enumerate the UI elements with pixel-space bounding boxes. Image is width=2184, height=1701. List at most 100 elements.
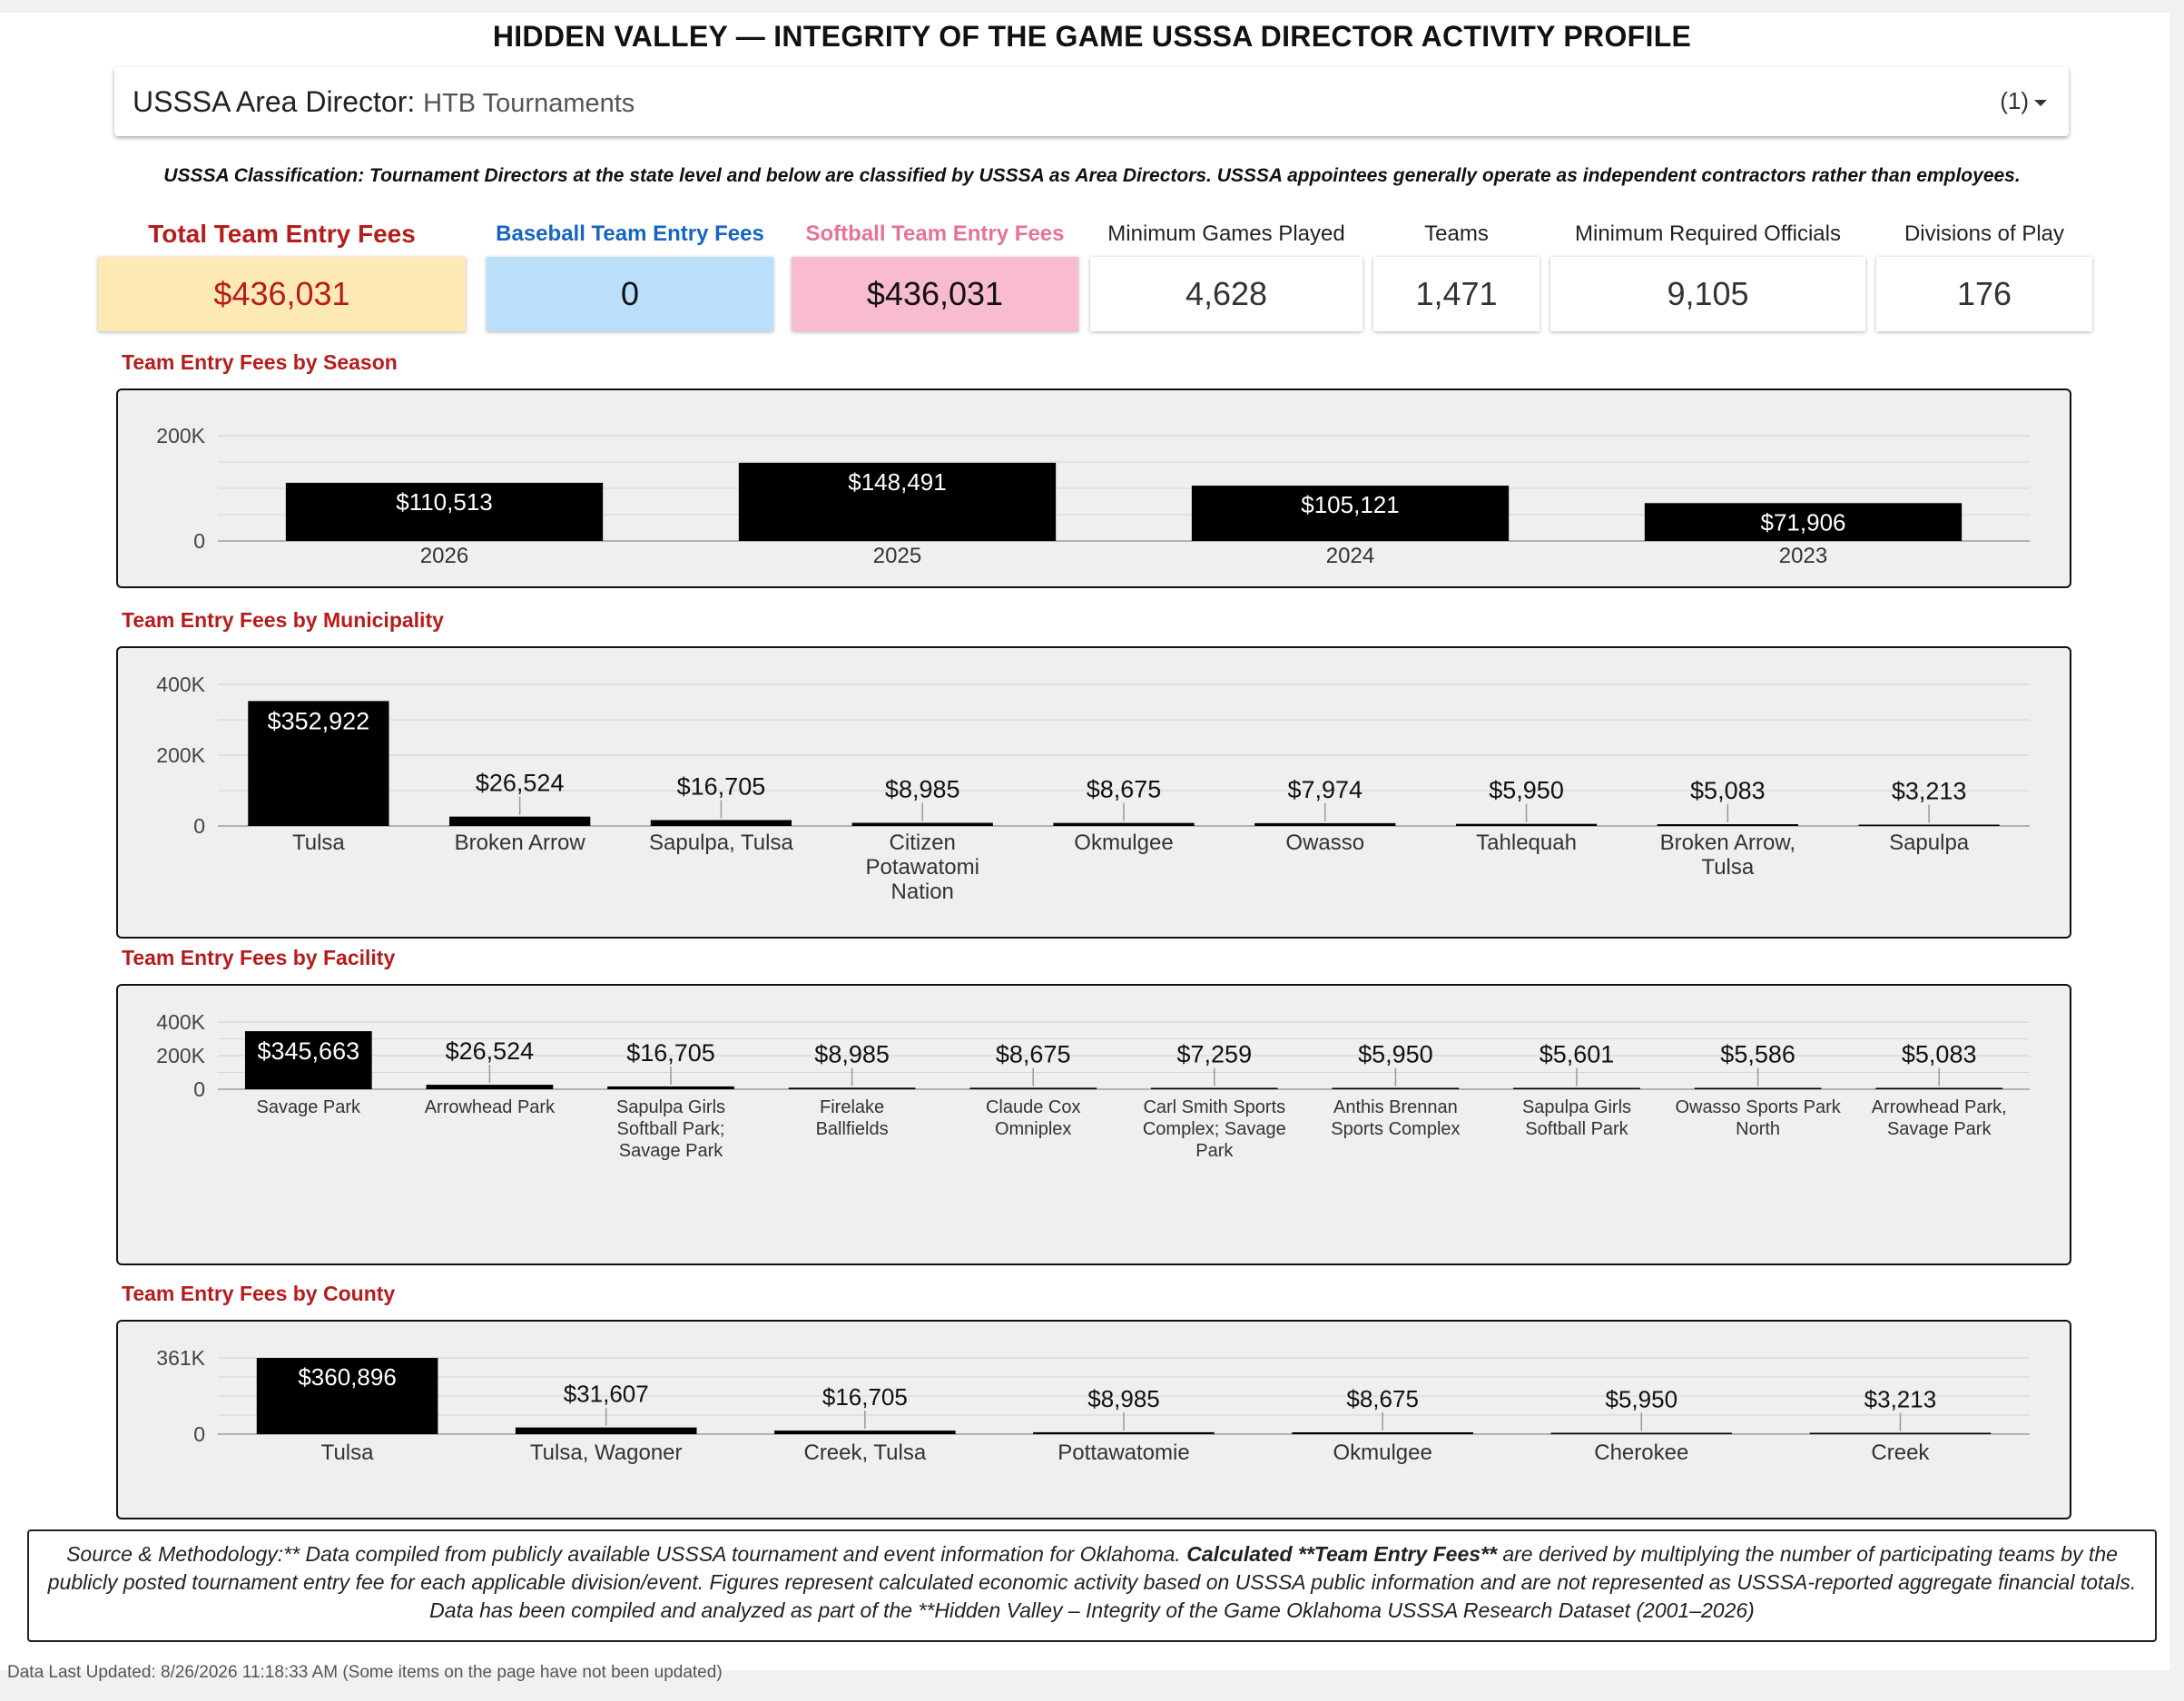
kpi-softball-fees: $436,031 <box>792 257 1078 331</box>
last-updated: Data Last Updated: 8/26/2026 11:18:33 AM… <box>7 1663 723 1682</box>
x-tick-label-line: North <box>1736 1119 1780 1139</box>
x-tick-label-line: Creek, Tulsa <box>803 1440 926 1465</box>
y-tick-label: 200K <box>156 1044 205 1067</box>
x-tick-label: Sapulpa Girls Softball Park; Savage Park <box>616 1097 725 1161</box>
x-tick-label-line: Okmulgee <box>1074 831 1173 855</box>
bar <box>1254 822 1396 826</box>
x-tick-label: Okmulgee <box>1074 831 1173 855</box>
y-tick-label: 400K <box>156 1010 205 1034</box>
data-label: $5,586 <box>1720 1041 1795 1068</box>
bar <box>851 822 993 826</box>
x-tick-label-line: Pottawatomie <box>1058 1440 1189 1465</box>
x-tick-label-line: 2024 <box>1326 544 1374 568</box>
x-tick-label-line: Tulsa <box>292 831 345 855</box>
x-tick-label: Citizen Potawatomi Nation <box>866 831 979 904</box>
x-tick-label-line: Arrowhead Park <box>425 1097 556 1117</box>
data-label: $71,906 <box>1761 508 1846 536</box>
kpi-min-games: 4,628 <box>1090 257 1363 331</box>
x-tick-label-line: Firelake <box>820 1097 884 1117</box>
x-tick-label-line: Park <box>1195 1141 1234 1161</box>
filter-count: (1) <box>2000 87 2029 114</box>
kpi-baseball-fees: 0 <box>487 257 773 331</box>
x-tick-label-line: Savage Park <box>1887 1119 1992 1139</box>
x-tick-label-line: Arrowhead Park, <box>1872 1097 2007 1117</box>
x-tick-label: Firelake Ballfields <box>816 1097 889 1139</box>
chart-panel-season: 0 200K $110,513 2026 $148,491 2025 $105,121 202… <box>116 388 2071 588</box>
chevron-down-icon[interactable] <box>2034 100 2047 106</box>
data-label: $3,213 <box>1864 1386 1937 1413</box>
season-chart: 0 200K $110,513 2026 $148,491 2025 $105,121 202… <box>156 424 2030 568</box>
data-label: $5,950 <box>1606 1386 1678 1413</box>
area-director-filter[interactable]: USSSA Area Director: HTB Tournaments (1) <box>114 67 2069 136</box>
chart-panel-municipality: 0 200K 400K $352,922 Tulsa $26,524 Broken Arro… <box>116 646 2071 939</box>
x-tick-label-line: Savage Park <box>257 1097 362 1117</box>
bar <box>1150 1087 1278 1089</box>
x-tick-label: 2023 <box>1779 544 1827 568</box>
chart-title-county: Team Entry Fees by County <box>122 1282 396 1305</box>
bar <box>426 1085 554 1089</box>
kpi-divisions: 176 <box>1876 257 2092 331</box>
x-tick-label: Owasso Sports Park North <box>1675 1097 1841 1139</box>
x-tick-label: 2024 <box>1326 544 1374 568</box>
bar <box>969 1087 1097 1089</box>
x-tick-label: Arrowhead Park, Savage Park <box>1872 1097 2007 1139</box>
data-label: $5,083 <box>1902 1041 1977 1068</box>
kpi-title-softball-fees: Softball Team Entry Fees <box>805 221 1065 246</box>
chart-title-municipality: Team Entry Fees by Municipality <box>122 608 444 632</box>
bar <box>1858 824 2000 826</box>
x-tick-label-line: Claude Cox <box>986 1097 1081 1117</box>
bar <box>1033 1431 1215 1434</box>
data-label: $345,663 <box>257 1037 359 1065</box>
facility-chart: 0 200K 400K $345,663 Savage Park $26,524 Arrow… <box>156 1010 2030 1161</box>
source-text-1: Source & Methodology:** Data compiled fr… <box>66 1542 1187 1566</box>
chart-panel-county: 0 361K $360,896 Tulsa $31,607 Tulsa, Wagoner $… <box>116 1320 2071 1519</box>
y-tick-label: 0 <box>193 529 205 553</box>
bar <box>1513 1087 1640 1089</box>
y-tick-label: 200K <box>156 424 205 447</box>
x-tick-label-line: Broken Arrow <box>455 831 586 855</box>
data-label: $26,524 <box>446 1037 535 1065</box>
bar <box>1809 1432 1992 1434</box>
kpi-title-min-games: Minimum Games Played <box>1107 221 1345 246</box>
kpi-value: 0 <box>620 275 640 312</box>
y-tick-label: 0 <box>193 1422 205 1446</box>
data-label: $7,259 <box>1177 1041 1253 1068</box>
data-label: $5,601 <box>1540 1041 1615 1068</box>
x-tick-label-line: Carl Smith Sports <box>1143 1097 1285 1117</box>
municipality-chart: 0 200K 400K $352,922 Tulsa $26,524 Broken Arro… <box>156 673 2030 904</box>
data-label: $8,985 <box>1087 1385 1160 1412</box>
bar <box>1332 1087 1460 1089</box>
data-label: $105,121 <box>1301 491 1399 518</box>
x-tick-label: Tahlequah <box>1476 831 1577 855</box>
x-tick-label: Claude Cox Omniplex <box>986 1097 1081 1139</box>
data-label: $8,675 <box>1346 1385 1419 1412</box>
kpi-value: 9,105 <box>1667 275 1749 312</box>
x-tick-label-line: Sports Complex <box>1331 1119 1460 1139</box>
x-tick-label-line: Sapulpa Girls <box>616 1097 725 1117</box>
kpi-teams: 1,471 <box>1373 257 1540 331</box>
x-tick-label: Okmulgee <box>1333 1440 1431 1465</box>
x-tick-label: Carl Smith Sports Complex; Savage Park <box>1143 1097 1286 1161</box>
kpi-min-officials: 9,105 <box>1550 257 1865 331</box>
x-tick-label: Creek, Tulsa <box>803 1440 926 1465</box>
data-label: $16,705 <box>626 1039 715 1067</box>
x-tick-label-line: Cherokee <box>1594 1440 1688 1465</box>
y-tick-label: 200K <box>156 743 205 767</box>
county-chart: 0 361K $360,896 Tulsa $31,607 Tulsa, Wagoner $… <box>156 1346 2030 1465</box>
bar <box>1875 1087 2003 1089</box>
kpi-value: $436,031 <box>866 275 1004 312</box>
kpi-value: 4,628 <box>1185 275 1268 312</box>
x-tick-label-line: Citizen <box>890 831 956 855</box>
x-tick-label: Cherokee <box>1594 1440 1688 1465</box>
bar <box>650 820 792 826</box>
y-tick-label: 361K <box>156 1346 205 1370</box>
data-label: $5,950 <box>1489 777 1564 804</box>
x-tick-label: Sapulpa Girls Softball Park <box>1522 1097 1631 1139</box>
data-label: $352,922 <box>268 707 370 734</box>
filter-label-text: USSSA Area Director: <box>133 85 416 118</box>
x-tick-label-line: Creek <box>1871 1440 1930 1465</box>
x-tick-label: Tulsa, Wagoner <box>530 1440 683 1465</box>
data-label: $26,524 <box>476 770 565 797</box>
x-tick-label-line: Sapulpa, Tulsa <box>649 831 793 855</box>
data-label: $5,950 <box>1358 1041 1433 1068</box>
